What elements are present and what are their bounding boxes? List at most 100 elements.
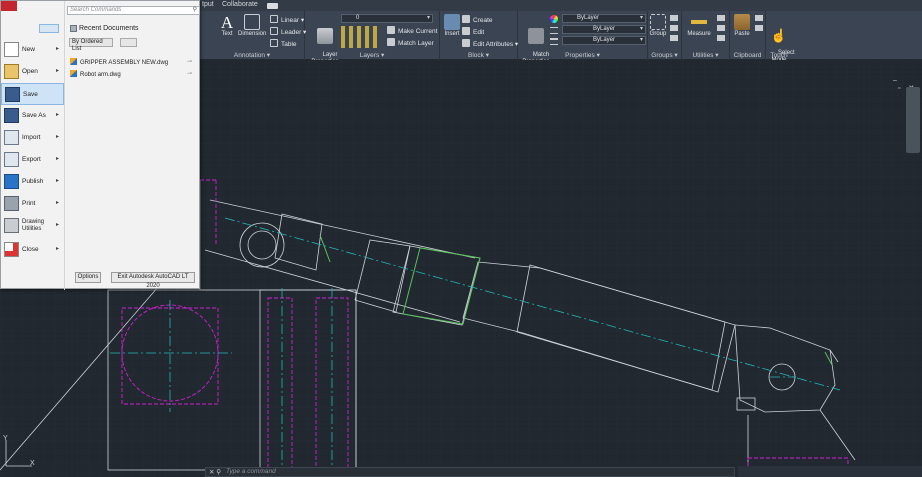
match-layer-icon — [387, 38, 395, 46]
tab-overflow-icon[interactable] — [267, 3, 278, 9]
measure-button[interactable]: Measure — [685, 14, 713, 38]
groups-panel-title[interactable]: Groups ▾ — [648, 51, 681, 59]
layers-panel-title[interactable]: Layers ▾ — [305, 51, 439, 59]
edit-attributes-button[interactable]: Edit Attributes ▾ — [462, 39, 518, 48]
dwg-file-icon — [70, 58, 77, 65]
utility-tools-icons[interactable] — [717, 15, 725, 41]
pin-icon[interactable]: ⊸ — [187, 70, 192, 78]
edit-block-button[interactable]: Edit — [462, 27, 484, 36]
status-bar[interactable] — [738, 466, 922, 477]
text-button[interactable]: A Text — [218, 14, 236, 38]
menu-item-label: Save As — [22, 112, 46, 119]
command-line[interactable]: ✕ ⚲ Type a command — [205, 467, 735, 477]
menu-item-label: New — [22, 46, 36, 53]
group-icon — [650, 14, 666, 30]
save-disk-icon — [5, 87, 20, 102]
paste-icon — [734, 14, 750, 30]
insert-icon — [444, 14, 460, 30]
clipboard-tools-icons[interactable] — [755, 15, 763, 33]
menu-item-label: Publish — [22, 178, 44, 185]
touch-panel-title: Touch — [770, 52, 788, 59]
menu-item-label: Export — [22, 156, 41, 163]
clipboard-panel: Paste Clipboard — [730, 11, 766, 60]
edit-block-label: Edit — [473, 29, 485, 36]
color-wheel-icon — [550, 15, 558, 23]
paste-button[interactable]: Paste — [733, 14, 751, 38]
utilities-panel-title[interactable]: Utilities ▾ — [682, 51, 729, 59]
menu-commands: New ▸ Open ▸ Save Save As ▸ Import ▸ Exp… — [1, 19, 64, 289]
recent-documents-pane: Search Commands ⚲ Recent Documents By Or… — [64, 1, 201, 290]
dimension-icon — [244, 14, 260, 30]
menu-item-import[interactable]: Import ▸ — [1, 127, 64, 149]
pin-icon[interactable]: ⊸ — [187, 58, 192, 66]
linear-button[interactable]: Linear ▾ — [270, 15, 304, 24]
measure-icon — [691, 14, 707, 30]
navigation-bar[interactable] — [906, 87, 920, 153]
properties-panel-title[interactable]: Properties ▾ — [518, 51, 647, 59]
tab-output[interactable]: tput — [202, 1, 214, 8]
group-button[interactable]: Group — [649, 14, 667, 38]
paste-label: Paste — [734, 31, 750, 37]
measure-label: Measure — [687, 31, 711, 37]
menu-item-new[interactable]: New ▸ — [1, 39, 64, 61]
menu-item-publish[interactable]: Publish ▸ — [1, 171, 64, 193]
insert-button[interactable]: Insert — [443, 14, 461, 38]
open-folder-icon — [4, 64, 19, 79]
make-current-button[interactable]: Make Current — [387, 26, 437, 35]
create-block-label: Create — [473, 17, 493, 24]
chevron-right-icon: ▸ — [55, 68, 59, 74]
command-input[interactable]: Type a command — [226, 468, 276, 475]
layer-tools-icons[interactable] — [341, 26, 381, 48]
text-icon: A — [220, 13, 234, 32]
linetype-dropdown[interactable]: ByLayer — [562, 25, 646, 34]
menu-item-save-as[interactable]: Save As ▸ — [1, 105, 64, 127]
utilities-panel: Measure Utilities ▾ — [682, 11, 730, 60]
document-name: GRIPPER ASSEMBLY NEW.dwg — [80, 60, 169, 66]
recent-documents-title: Recent Documents — [79, 25, 139, 32]
menu-item-save[interactable]: Save — [1, 83, 64, 105]
block-panel-title[interactable]: Block ▾ — [440, 51, 517, 59]
application-menu: New ▸ Open ▸ Save Save As ▸ Import ▸ Exp… — [0, 0, 201, 290]
linear-icon — [270, 15, 278, 23]
menu-item-print[interactable]: Print ▸ — [1, 193, 64, 215]
options-button[interactable]: Options — [75, 272, 101, 283]
ucs-x-label: X — [30, 460, 35, 467]
menu-item-label: Print — [22, 200, 36, 207]
leader-icon — [270, 27, 278, 35]
create-block-icon — [462, 15, 470, 23]
command-close-icon[interactable]: ✕ ⚲ — [209, 468, 221, 476]
menu-item-open[interactable]: Open ▸ — [1, 61, 64, 83]
menu-item-export[interactable]: Export ▸ — [1, 149, 64, 171]
view-mode-dropdown[interactable] — [120, 38, 137, 47]
color-dropdown[interactable]: ByLayer — [562, 14, 646, 23]
layers-panel: Layer Properties 0 Make Current Match La… — [305, 11, 440, 65]
menu-item-drawing-utilities[interactable]: Drawing Utilities ▸ — [1, 215, 64, 237]
layer-dropdown[interactable]: 0 — [341, 14, 433, 23]
chevron-right-icon: ▸ — [55, 112, 59, 118]
dimension-button[interactable]: Dimension — [238, 14, 266, 38]
exit-button[interactable]: Exit Autodesk AutoCAD LT 2020 — [111, 272, 195, 289]
leader-button[interactable]: Leader ▾ — [270, 27, 306, 36]
menu-item-label: Drawing Utilities — [22, 219, 45, 232]
create-block-button[interactable]: Create — [462, 15, 493, 24]
hand-pointer-icon: ☝ — [770, 28, 788, 43]
tab-collaborate[interactable]: Collaborate — [222, 1, 258, 8]
make-current-label: Make Current — [398, 28, 438, 35]
annotation-panel-title[interactable]: Annotation ▾ — [200, 51, 304, 59]
lineweight-dropdown[interactable]: ByLayer — [562, 36, 646, 45]
menu-item-close[interactable]: Close ▸ — [1, 239, 64, 261]
app-logo-icon[interactable] — [1, 1, 17, 11]
close-file-icon — [4, 242, 19, 257]
ordered-list-dropdown[interactable]: By Ordered List — [69, 38, 113, 52]
recent-document-item[interactable]: GRIPPER ASSEMBLY NEW.dwg ⊸ — [70, 58, 195, 68]
drawing-utilities-icon — [4, 218, 19, 233]
table-button[interactable]: Table — [270, 39, 297, 48]
chevron-right-icon: ▸ — [55, 178, 59, 184]
publish-icon — [4, 174, 19, 189]
group-tools-icons[interactable] — [670, 15, 678, 41]
match-layer-button[interactable]: Match Layer — [387, 38, 434, 47]
search-commands-input[interactable]: Search Commands ⚲ — [67, 6, 200, 15]
recent-document-item[interactable]: Robot arm.dwg ⊸ — [70, 70, 195, 80]
group-label: Group — [649, 31, 667, 37]
menu-item-label: Close — [22, 246, 39, 253]
